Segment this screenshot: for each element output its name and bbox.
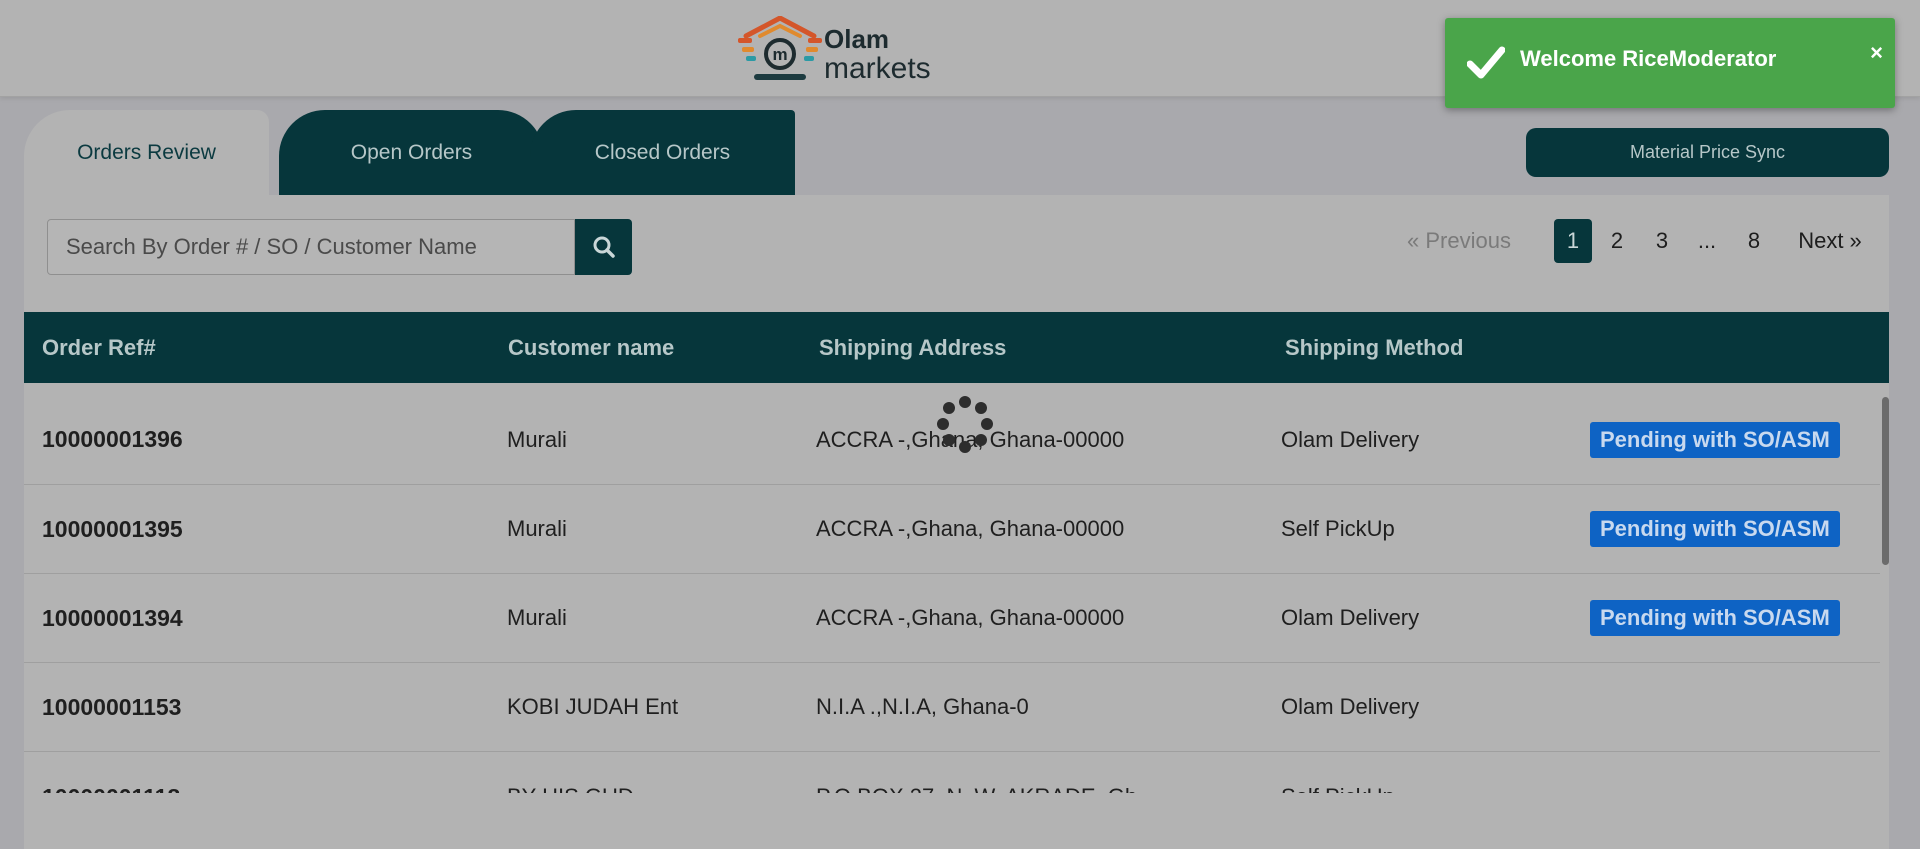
search-button[interactable]	[575, 219, 632, 275]
toast-message: Welcome RiceModerator	[1520, 46, 1777, 71]
order-ref[interactable]: 10000001394	[42, 574, 183, 662]
customer-name: Murali	[507, 605, 567, 630]
status-badge: Pending with SO/ASM	[1590, 574, 1840, 662]
shipping-method: Olam Delivery	[1281, 426, 1420, 452]
tab-closed-orders[interactable]: Closed Orders	[530, 110, 795, 195]
table-row[interactable]: 10000001394 Murali ACCRA -,Ghana, Ghana-…	[24, 574, 1880, 663]
status-badge: Pending with SO/ASM	[1590, 485, 1840, 573]
material-price-sync-button[interactable]: Material Price Sync	[1526, 128, 1889, 177]
logo-text-markets: markets	[824, 52, 931, 85]
pagination-previous[interactable]: « Previous	[1394, 219, 1524, 263]
basket-logo-icon: m	[738, 16, 822, 80]
column-header-shipping-method[interactable]: Shipping Method	[1285, 312, 1463, 383]
loading-spinner-icon	[937, 396, 993, 453]
customer-name: BY HIS GUD	[507, 752, 634, 793]
shipping-method: Olam Delivery	[1281, 605, 1420, 630]
status-badge-label: Pending with SO/ASM	[1590, 421, 1840, 458]
svg-text:m: m	[772, 45, 787, 64]
shipping-method: Self PickUp	[1281, 752, 1395, 793]
table-scrollbar[interactable]	[1882, 397, 1889, 565]
search-icon	[593, 236, 615, 258]
table-header: Order Ref# Customer name Shipping Addres…	[24, 312, 1889, 383]
column-header-order-ref[interactable]: Order Ref#	[42, 312, 156, 383]
shipping-address: ACCRA -,Ghana, Ghana-00000	[816, 516, 1125, 541]
shipping-address: N.I.A .,N.I.A, Ghana-0	[816, 694, 1029, 719]
status-badge-label: Pending with SO/ASM	[1590, 600, 1840, 636]
check-icon	[1467, 46, 1505, 79]
customer-name: Murali	[507, 516, 567, 541]
pagination-page-1[interactable]: 1	[1554, 219, 1592, 263]
pagination-next[interactable]: Next »	[1786, 219, 1874, 263]
olam-markets-logo[interactable]: m Olam markets	[738, 16, 938, 84]
shipping-address: ACCRA -,Ghana, Ghana-00000	[816, 605, 1125, 630]
logo-text-olam: Olam	[824, 24, 890, 54]
toast-close-icon[interactable]: ×	[1870, 40, 1883, 66]
pagination-page-2[interactable]: 2	[1602, 219, 1632, 263]
tab-orders-review[interactable]: Orders Review	[24, 110, 269, 195]
table-row[interactable]: 10000001395 Murali ACCRA -,Ghana, Ghana-…	[24, 485, 1880, 574]
shipping-method: Olam Delivery	[1281, 694, 1420, 719]
customer-name: Murali	[507, 426, 567, 452]
tab-open-orders[interactable]: Open Orders	[279, 110, 544, 195]
order-ref[interactable]: 10000001118	[42, 752, 180, 794]
pagination: « Previous 1 2 3 ... 8 Next »	[1394, 219, 1884, 263]
search-bar	[47, 219, 632, 275]
order-ref[interactable]: 10000001395	[42, 485, 183, 573]
order-ref[interactable]: 10000001153	[42, 663, 181, 751]
logo-text: Olam markets	[824, 26, 931, 84]
status-badge: Pending with SO/ASM	[1590, 383, 1840, 484]
order-tabs: Orders Review Open Orders Closed Orders	[24, 110, 795, 195]
welcome-toast: Welcome RiceModerator ×	[1445, 18, 1895, 108]
orders-panel: « Previous 1 2 3 ... 8 Next » Order Ref#…	[24, 195, 1889, 849]
pagination-ellipsis: ...	[1697, 228, 1717, 253]
status-badge-label: Pending with SO/ASM	[1590, 511, 1840, 547]
shipping-method: Self PickUp	[1281, 516, 1395, 541]
pagination-page-8[interactable]: 8	[1739, 219, 1769, 263]
customer-name: KOBI JUDAH Ent	[507, 694, 679, 719]
column-header-customer-name[interactable]: Customer name	[508, 312, 674, 383]
order-ref[interactable]: 10000001396	[42, 383, 183, 484]
column-header-shipping-address[interactable]: Shipping Address	[819, 312, 1006, 383]
pagination-page-3[interactable]: 3	[1647, 219, 1677, 263]
search-input[interactable]	[47, 219, 575, 275]
table-row[interactable]: 10000001118 BY HIS GUD P.O.BOX 27, N. W.…	[24, 752, 1880, 794]
shipping-address: P.O.BOX 27, N. W. AKRADE, Gh	[816, 752, 1137, 793]
table-row[interactable]: 10000001153 KOBI JUDAH Ent N.I.A .,N.I.A…	[24, 663, 1880, 752]
